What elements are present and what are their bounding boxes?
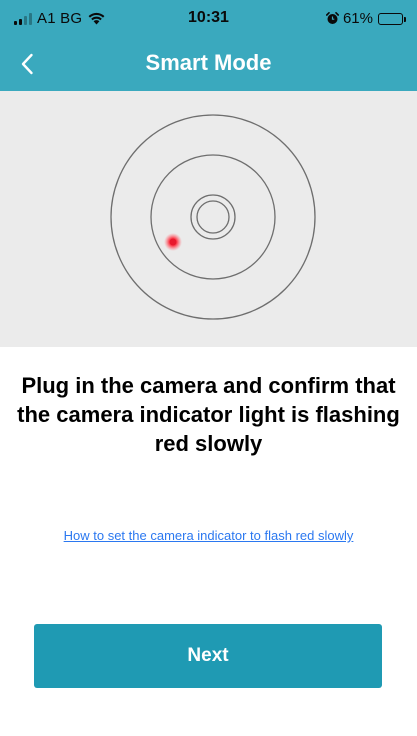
page-title: Smart Mode <box>145 50 272 75</box>
camera-illustration <box>0 91 417 347</box>
smart-mode-screen: A1 BG 10:31 61% Smart Mode Plug in the c… <box>0 0 417 736</box>
help-link[interactable]: How to set the camera indicator to flash… <box>0 528 417 543</box>
alarm-icon <box>325 12 339 24</box>
camera-lens-inner <box>196 200 230 234</box>
battery-percentage: 61% <box>342 10 373 27</box>
status-right: 61% <box>325 10 406 27</box>
camera-inner-ring <box>150 154 276 280</box>
battery-icon <box>378 12 406 25</box>
indicator-light <box>169 238 177 246</box>
status-bar: A1 BG 10:31 61% <box>0 0 417 36</box>
navigation-bar: Smart Mode <box>0 36 417 91</box>
camera-outer-ring <box>110 114 316 320</box>
camera-front-illustration <box>110 114 316 320</box>
instruction-text: Plug in the camera and confirm that the … <box>17 373 400 456</box>
next-button[interactable]: Next <box>34 624 382 688</box>
